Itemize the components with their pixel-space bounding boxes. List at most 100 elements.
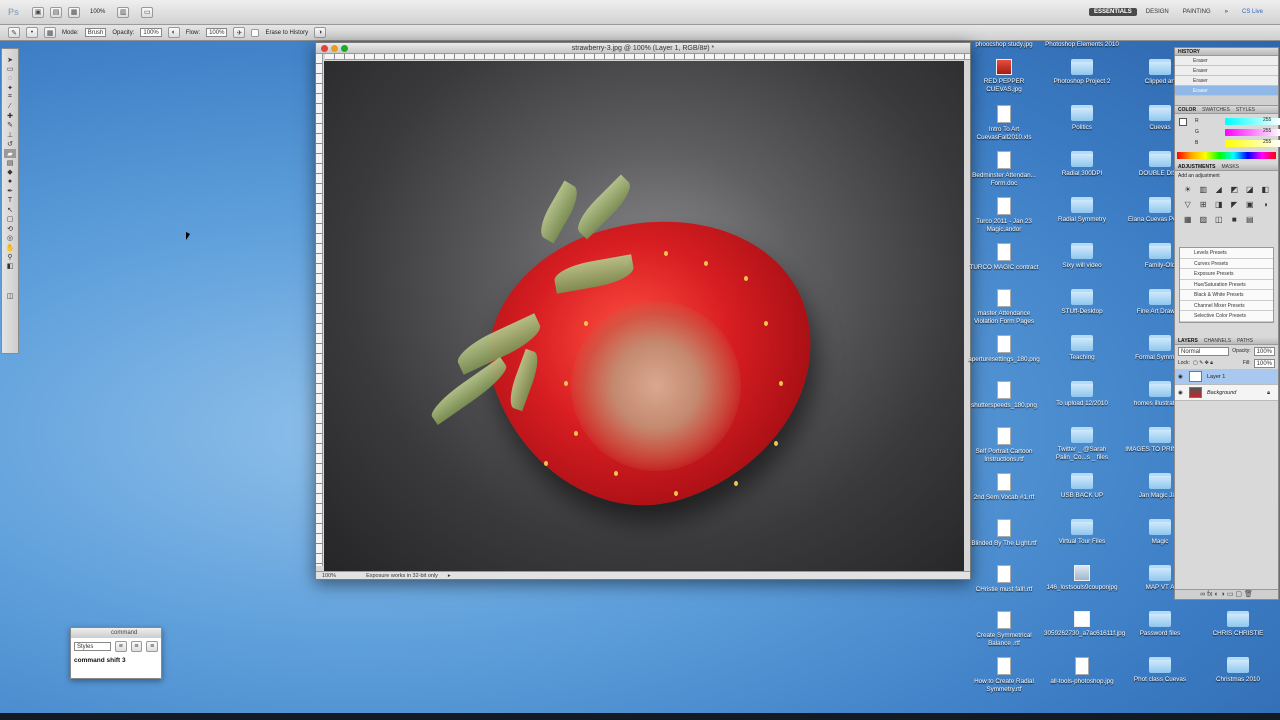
workspace-essentials[interactable]: ESSENTIALS	[1089, 8, 1137, 16]
visibility-eye-icon[interactable]: ◉	[1178, 369, 1183, 385]
desktop-item[interactable]: Radial 300DPI	[1044, 151, 1120, 178]
move-tool-icon[interactable]: ➤	[4, 55, 16, 64]
pressure-size-icon[interactable]: ◑	[314, 27, 327, 38]
opacity-field[interactable]: 100%	[140, 28, 162, 37]
desktop-item[interactable]: CHristie must fall!.rtf	[966, 565, 1042, 594]
desktop-item[interactable]: Sixy will video	[1044, 243, 1120, 270]
desktop-item[interactable]: Politics	[1044, 105, 1120, 132]
adjustments-panel-tabs[interactable]: ADJUSTMENTS MASKS	[1175, 163, 1278, 171]
desktop-item[interactable]: Radial Symmetry	[1044, 197, 1120, 224]
shape-tool-icon[interactable]: ▢	[4, 215, 16, 224]
desktop-item[interactable]: Twitter _ @Sarah Palin_Co...s _ files	[1044, 427, 1120, 461]
pressure-opacity-icon[interactable]: ◐	[167, 27, 180, 38]
desktop-item[interactable]: Turco 2011 - Jan 23 Magic.andor	[966, 197, 1042, 233]
bridge-icon[interactable]: ▣	[32, 6, 44, 18]
workspace-design[interactable]: DESIGN	[1141, 8, 1174, 16]
selective-color-presets[interactable]: Selective Color Presets	[1180, 311, 1273, 322]
foreground-color-swatch[interactable]	[1179, 118, 1187, 126]
desktop-item[interactable]: 146_lostsouls9couponjpg	[1044, 565, 1120, 592]
eyedropper-tool-icon[interactable]: ⁄	[4, 102, 16, 111]
desktop-item[interactable]: How to Create Radial Symmetry.rtf	[966, 657, 1042, 693]
desktop-item[interactable]: RED PEPPER CUEVAS.jpg	[966, 59, 1042, 93]
crop-tool-icon[interactable]: ⌗	[4, 93, 16, 102]
layer-fill-field[interactable]: 100%	[1253, 358, 1275, 368]
workspace-more-button[interactable]: »	[1220, 8, 1233, 16]
desktop-item[interactable]: Virtual Tour Files	[1044, 519, 1120, 546]
desktop-item[interactable]: Photoshop Project 2	[1044, 59, 1120, 86]
quick-select-tool-icon[interactable]: ✦	[4, 83, 16, 92]
channel-mixer-presets[interactable]: Channel Mixer Presets	[1180, 300, 1273, 311]
marquee-tool-icon[interactable]: ▭	[4, 64, 16, 73]
styles-select[interactable]: Styles	[74, 642, 111, 651]
eraser-tool-preset-icon[interactable]: ✎	[8, 27, 20, 38]
desktop-item[interactable]: Blinded By The Light.rtf	[966, 519, 1042, 548]
layers-panel-tabs[interactable]: LAYERS CHANNELS PATHS	[1175, 336, 1278, 345]
minimize-window-icon[interactable]	[331, 45, 338, 52]
zoom-tool-icon[interactable]: ⚲	[4, 252, 16, 261]
history-panel-tabs[interactable]: HISTORY	[1175, 48, 1278, 56]
blur-tool-icon[interactable]: ◆	[4, 168, 16, 177]
healing-tool-icon[interactable]: ✚	[4, 111, 16, 120]
align-center-icon[interactable]: ≡	[130, 641, 143, 652]
erase-to-history-checkbox[interactable]	[251, 28, 260, 37]
adjustment-icons[interactable]: ☀ ▥ ◢ ◩ ◪ ◧ ▽ ⊞ ◨ ◤ ▣ ◑ ▦ ▨ ◫ ■ ▤	[1175, 181, 1278, 247]
desktop-item[interactable]: Photoshop Elements 2010	[1044, 41, 1120, 49]
desktop-item[interactable]: master Attendance Violation Form Pages	[966, 289, 1042, 325]
path-select-tool-icon[interactable]: ↖	[4, 205, 16, 214]
mode-select[interactable]: Brush	[84, 28, 107, 37]
screen-mode-icon[interactable]: ▭	[141, 6, 154, 18]
cs-live-button[interactable]: CS Live	[1237, 8, 1268, 16]
black-white-presets[interactable]: Black & White Presets	[1180, 290, 1273, 301]
curves-presets[interactable]: Curves Presets	[1180, 258, 1273, 269]
brush-panel-icon[interactable]: ▦	[44, 27, 56, 38]
zoom-level[interactable]: 100%	[90, 9, 105, 15]
desktop-item[interactable]: Bedminster Attendan... Form.doc	[966, 151, 1042, 187]
history-state[interactable]: Eraser	[1175, 86, 1278, 96]
color-swatches-icon[interactable]: ◧	[4, 262, 16, 271]
eraser-tool-icon[interactable]: ▰	[4, 148, 16, 159]
horizontal-ruler[interactable]	[325, 54, 970, 60]
gradient-tool-icon[interactable]: ▤	[4, 158, 16, 167]
3d-rotate-tool-icon[interactable]: ⟲	[4, 224, 16, 233]
layer-row[interactable]: ◉ Background 🔒︎	[1175, 384, 1278, 401]
status-info[interactable]: Exposure works in 32-bit only	[366, 572, 438, 579]
desktop-item[interactable]: USB BACK UP	[1044, 473, 1120, 500]
3d-orbit-tool-icon[interactable]: ◎	[4, 233, 16, 242]
document-titlebar[interactable]: strawberry-3.jpg @ 100% (Layer 1, RGB/8#…	[316, 43, 970, 54]
desktop-item[interactable]: all-tools-photoshop.jpg	[1044, 657, 1120, 686]
hand-tool-icon[interactable]: ✋	[4, 243, 16, 252]
status-arrow-icon[interactable]: ▸	[448, 572, 451, 579]
desktop-item[interactable]: aperturesettings_180.png	[966, 335, 1042, 364]
vertical-ruler[interactable]	[316, 54, 323, 566]
blend-mode-select[interactable]: Normal	[1178, 346, 1230, 356]
brush-tool-icon[interactable]: ✎	[4, 121, 16, 130]
align-right-icon[interactable]: ≡	[146, 641, 158, 652]
command-text[interactable]: command shift 3	[71, 655, 161, 666]
history-state[interactable]: Eraser	[1175, 66, 1278, 76]
green-slider[interactable]	[1225, 129, 1280, 136]
desktop-item[interactable]: 3059262730_a7ac61611f.jpg	[1044, 611, 1125, 638]
align-left-icon[interactable]: ≡	[114, 641, 127, 652]
clone-stamp-tool-icon[interactable]: ⊥	[4, 130, 16, 139]
desktop-item[interactable]: STUff-Desktop	[1044, 289, 1120, 316]
desktop-item[interactable]: Phot class Cuevas	[1122, 657, 1198, 684]
desktop-item[interactable]: Christmas 2010	[1200, 657, 1276, 684]
desktop-item[interactable]: Teaching	[1044, 335, 1120, 362]
minibridge-icon[interactable]: ▤	[50, 6, 62, 18]
flow-field[interactable]: 100%	[206, 28, 228, 37]
desktop-item[interactable]: phoocshop study.jpg	[966, 41, 1042, 49]
desktop-item[interactable]: Self Portrait Cartoon Instructions.rtf	[966, 427, 1042, 463]
hue-saturation-presets[interactable]: Hue/Saturation Presets	[1180, 279, 1273, 290]
desktop-item[interactable]: Intro To Art CuevasFall2010.xls	[966, 105, 1042, 141]
layer-row[interactable]: ◉ Layer 1	[1175, 368, 1278, 385]
red-slider[interactable]	[1225, 118, 1280, 125]
view-extras-icon[interactable]: ▦	[68, 6, 80, 18]
workspace-painting[interactable]: PAINTING	[1178, 8, 1216, 16]
lock-icons[interactable]: ▢ ✎ ✥ 🔒︎	[1193, 360, 1213, 366]
lasso-tool-icon[interactable]: ◌	[4, 74, 16, 83]
desktop-item[interactable]: TURCO MAGIC contract	[966, 243, 1042, 272]
visibility-eye-icon[interactable]: ◉	[1178, 385, 1183, 401]
airbrush-icon[interactable]: ✈	[233, 27, 246, 38]
brush-picker-icon[interactable]: •	[26, 27, 38, 38]
color-panel-tabs[interactable]: COLOR SWATCHES STYLES	[1175, 106, 1278, 114]
